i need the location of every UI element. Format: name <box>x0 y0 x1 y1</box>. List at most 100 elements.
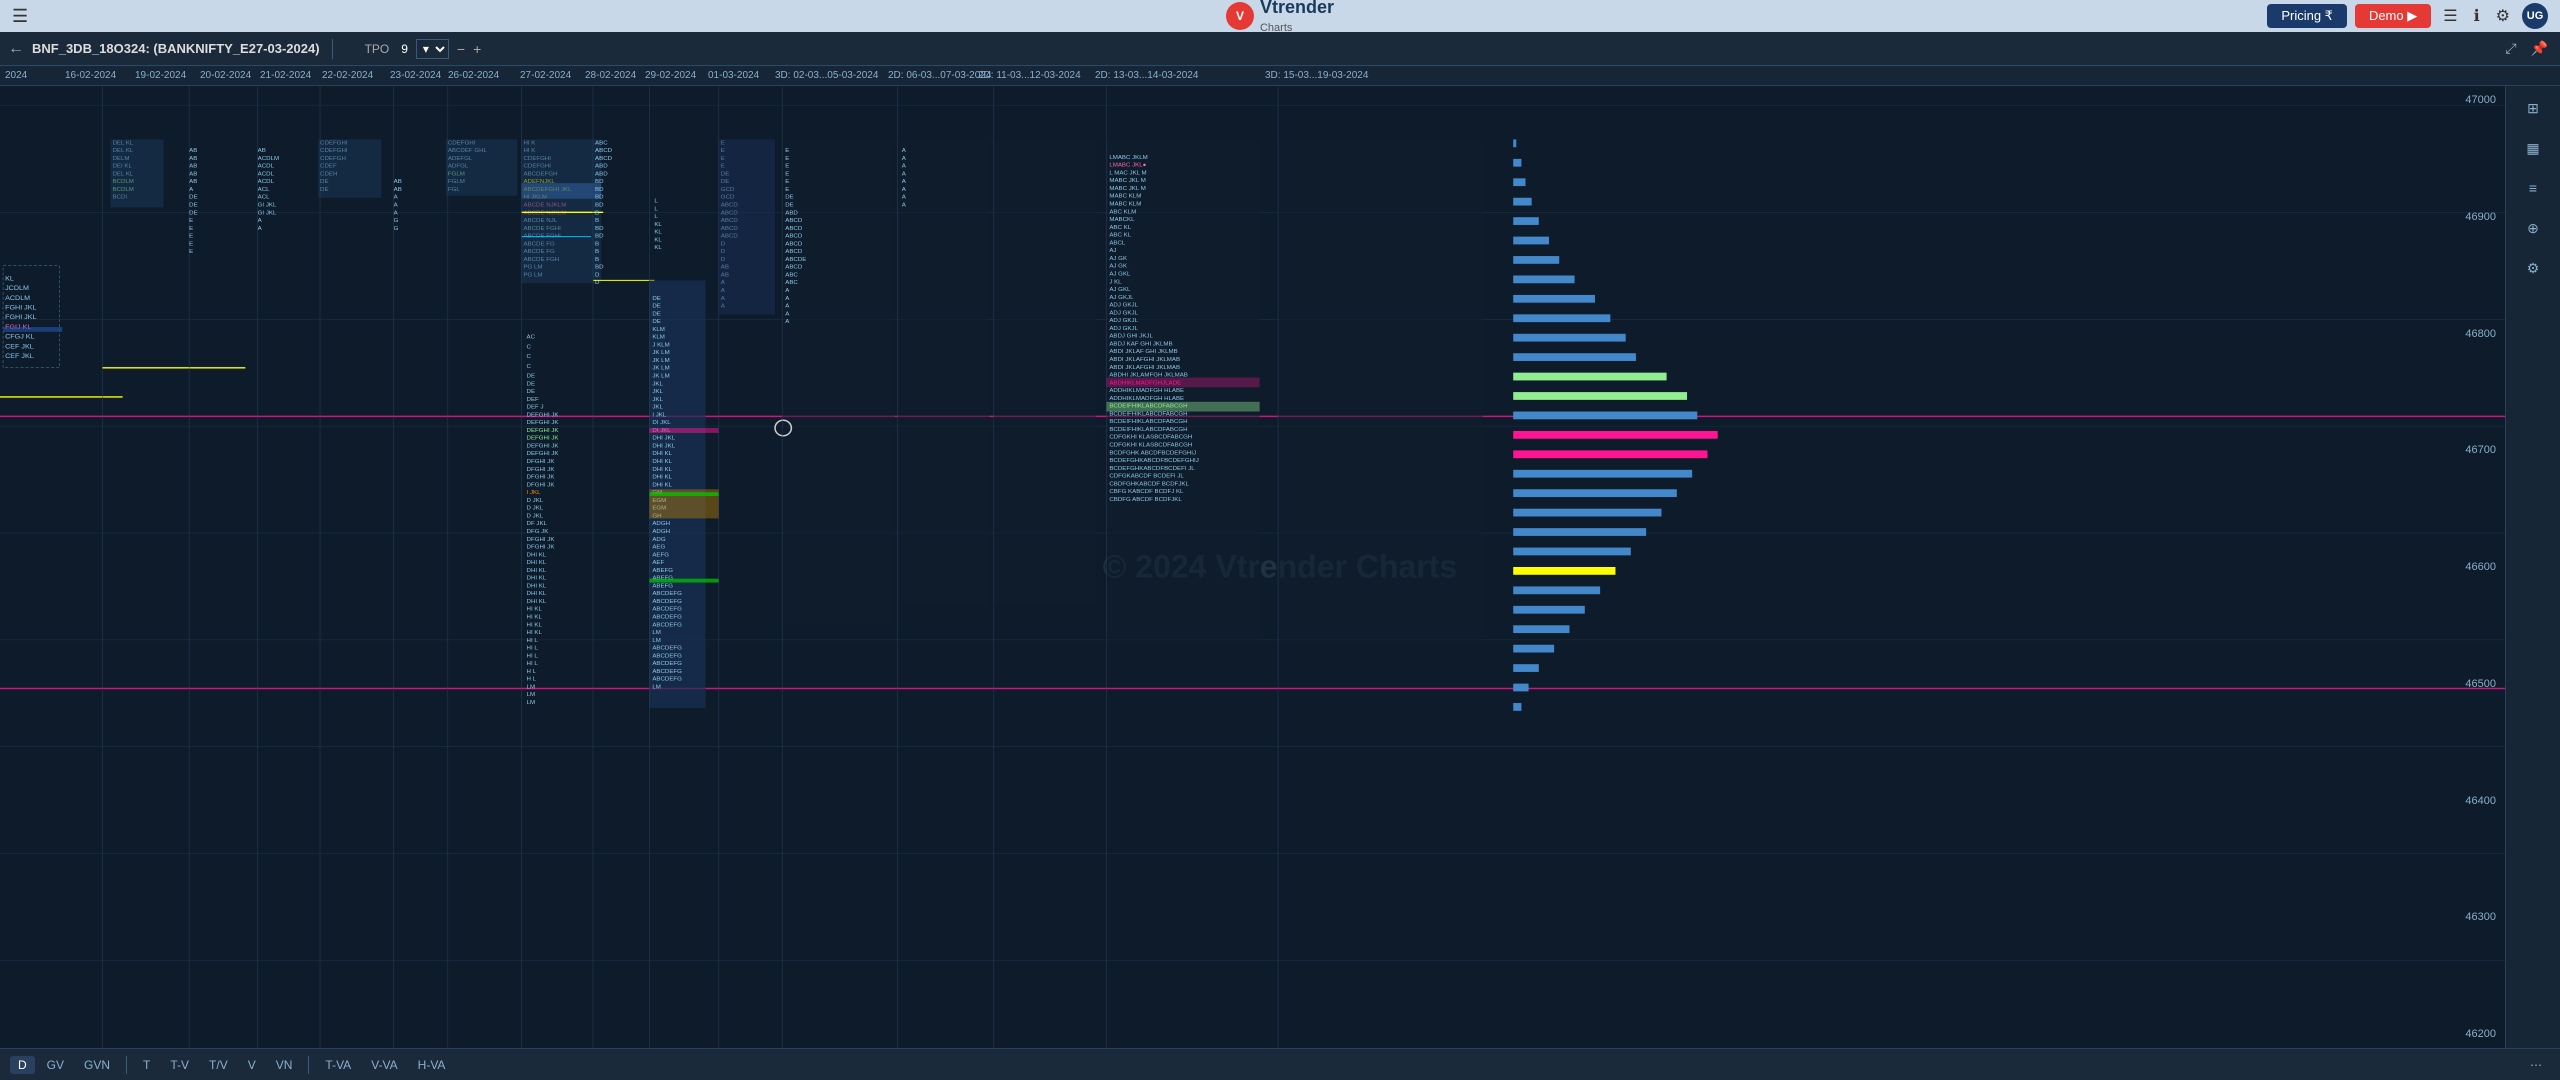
svg-text:JKL: JKL <box>652 381 663 387</box>
svg-text:LM: LM <box>527 700 536 706</box>
svg-text:DE: DE <box>527 389 536 395</box>
svg-text:ACDL: ACDL <box>258 179 275 185</box>
svg-text:DE: DE <box>785 195 794 201</box>
svg-text:D JKL: D JKL <box>527 506 544 512</box>
date-label-11: 01-03-2024 <box>708 70 759 81</box>
svg-text:MABC KLM: MABC KLM <box>1109 202 1141 208</box>
bottom-btn-tv-ratio[interactable]: T/V <box>201 1056 236 1074</box>
tpo-select[interactable]: ▾ <box>416 39 449 59</box>
svg-text:ABCD: ABCD <box>785 234 803 240</box>
svg-text:DE: DE <box>189 203 198 209</box>
date-label-12: 3D: 02-03...05-03-2024 <box>775 70 878 81</box>
svg-text:DEFGHI JK: DEFGHI JK <box>527 420 559 426</box>
bottom-btn-hva[interactable]: H-VA <box>410 1056 454 1074</box>
logo-subtitle: Charts <box>1260 22 1292 34</box>
profile-col-1: KL JCDLM ACDLM FGHI JKL FGHI JKL FGIJ KL… <box>3 266 62 368</box>
svg-text:LM: LM <box>652 685 661 691</box>
date-label-13: 2D: 06-03...07-03-2024 <box>888 70 991 81</box>
svg-text:DE: DE <box>189 210 198 216</box>
svg-text:DE: DE <box>652 319 661 325</box>
sidebar-icon-crosshair[interactable]: ⊕ <box>2519 214 2547 242</box>
svg-text:DFGHI JK: DFGHI JK <box>527 459 555 465</box>
svg-text:A: A <box>394 195 398 201</box>
tpo-label: TPO <box>365 42 390 56</box>
svg-text:E: E <box>785 187 789 193</box>
svg-text:AJ GKJL: AJ GKJL <box>1109 295 1134 301</box>
svg-text:AJ GKL: AJ GKL <box>1109 272 1131 278</box>
svg-text:ABC KLM: ABC KLM <box>1109 209 1136 215</box>
bottom-btn-v[interactable]: V <box>240 1056 264 1074</box>
bottom-btn-gv[interactable]: GV <box>39 1056 72 1074</box>
svg-text:A: A <box>902 148 906 154</box>
tpo-plus-button[interactable]: + <box>473 41 481 57</box>
svg-text:AJ GK: AJ GK <box>1109 264 1127 270</box>
svg-text:ABEFG: ABEFG <box>652 584 673 590</box>
pricing-button[interactable]: Pricing ₹ <box>2267 4 2347 28</box>
svg-text:BD: BD <box>595 179 604 185</box>
svg-text:A: A <box>902 195 906 201</box>
bottom-more-button[interactable]: ⋯ <box>2522 1056 2550 1074</box>
toolbar-separator-1 <box>332 39 333 59</box>
sidebar-icon-table[interactable]: ▦ <box>2519 134 2547 162</box>
sidebar-icon-grid[interactable]: ⊞ <box>2519 94 2547 122</box>
svg-text:ABCD: ABCD <box>595 156 613 162</box>
chart-canvas: 47000 46900 46800 46700 46600 46500 4640… <box>0 86 2560 1048</box>
expand-button[interactable]: ⤢ <box>2501 38 2520 59</box>
bottom-btn-tv[interactable]: T-V <box>162 1056 197 1074</box>
svg-text:ADGH: ADGH <box>652 529 670 535</box>
svg-text:MABC JKL M: MABC JKL M <box>1109 178 1146 184</box>
svg-text:ABCDEFG: ABCDEFG <box>652 607 682 613</box>
bottom-btn-vva[interactable]: V-VA <box>363 1056 405 1074</box>
svg-text:AB: AB <box>189 156 197 162</box>
svg-text:ACL: ACL <box>258 187 271 193</box>
back-button[interactable]: ← <box>8 40 24 58</box>
sidebar-icon-gear[interactable]: ⚙ <box>2519 254 2547 282</box>
demo-button[interactable]: Demo ▶ <box>2355 4 2431 28</box>
svg-text:GI JKL: GI JKL <box>258 210 277 216</box>
bottom-btn-tva[interactable]: T-VA <box>317 1056 359 1074</box>
settings-icon-button[interactable]: ⚙ <box>2492 4 2514 28</box>
chart-area: 2024 16-02-2024 19-02-2024 20-02-2024 21… <box>0 66 2560 1048</box>
svg-text:ACL: ACL <box>258 195 271 201</box>
svg-text:ABC: ABC <box>595 140 608 146</box>
svg-text:ADDHIKLMADFGH HLABE: ADDHIKLMADFGH HLABE <box>1109 388 1184 394</box>
svg-text:BCDEIFHIKLABCDFABCGH: BCDEIFHIKLABCDFABCGH <box>1109 412 1187 418</box>
svg-text:BCDEFGHKABCDFBCDEFGHIJ: BCDEFGHKABCDFBCDEFGHIJ <box>1109 458 1198 464</box>
svg-text:DE: DE <box>652 304 661 310</box>
svg-text:DEFGHI JK: DEFGHI JK <box>527 444 559 450</box>
svg-text:DHI KL: DHI KL <box>652 459 672 465</box>
bottom-btn-vn[interactable]: VN <box>268 1056 301 1074</box>
svg-text:DHI KL: DHI KL <box>527 552 547 558</box>
date-label-8: 27-02-2024 <box>520 70 571 81</box>
svg-text:A: A <box>785 288 789 294</box>
info-icon-button[interactable]: ℹ <box>2470 4 2484 28</box>
svg-text:AJ: AJ <box>1109 248 1116 254</box>
bottom-btn-d[interactable]: D <box>10 1056 35 1074</box>
tpo-minus-button[interactable]: − <box>457 41 465 57</box>
pin-button[interactable]: 📌 <box>2527 38 2552 59</box>
sidebar-icon-lines[interactable]: ≡ <box>2519 174 2547 202</box>
svg-text:DHI KL: DHI KL <box>652 482 672 488</box>
svg-text:ABDI JKLAFGHI JKLMAB: ABDI JKLAFGHI JKLMAB <box>1109 365 1180 371</box>
svg-text:AEF: AEF <box>652 560 664 566</box>
svg-text:E: E <box>785 148 789 154</box>
hamburger-menu[interactable]: ☰ <box>12 6 28 27</box>
tpo-value: 9 <box>401 42 408 56</box>
svg-text:CEF JKL: CEF JKL <box>5 353 34 360</box>
svg-text:JKL: JKL <box>652 405 663 411</box>
svg-text:MABC JKL M: MABC JKL M <box>1109 186 1146 192</box>
svg-text:DHI KL: DHI KL <box>652 451 672 457</box>
list-icon-button[interactable]: ☰ <box>2439 4 2461 28</box>
svg-text:C: C <box>527 364 532 370</box>
bottom-btn-gvn[interactable]: GVN <box>76 1056 118 1074</box>
svg-text:AB: AB <box>189 172 197 178</box>
svg-text:DI JKL: DI JKL <box>652 420 671 426</box>
bottom-btn-t[interactable]: T <box>135 1056 158 1074</box>
svg-text:ABDJ KAF GHI JKLMB: ABDJ KAF GHI JKLMB <box>1109 342 1172 348</box>
profile-col-6: AB AB A A A G G <box>394 179 402 231</box>
svg-text:MABC KLM: MABC KLM <box>1109 194 1141 200</box>
svg-text:BD: BD <box>595 195 604 201</box>
svg-text:AB: AB <box>394 179 402 185</box>
logo-name: Vtrender <box>1260 0 1334 17</box>
svg-text:LMABC JKLM: LMABC JKLM <box>1109 155 1147 161</box>
